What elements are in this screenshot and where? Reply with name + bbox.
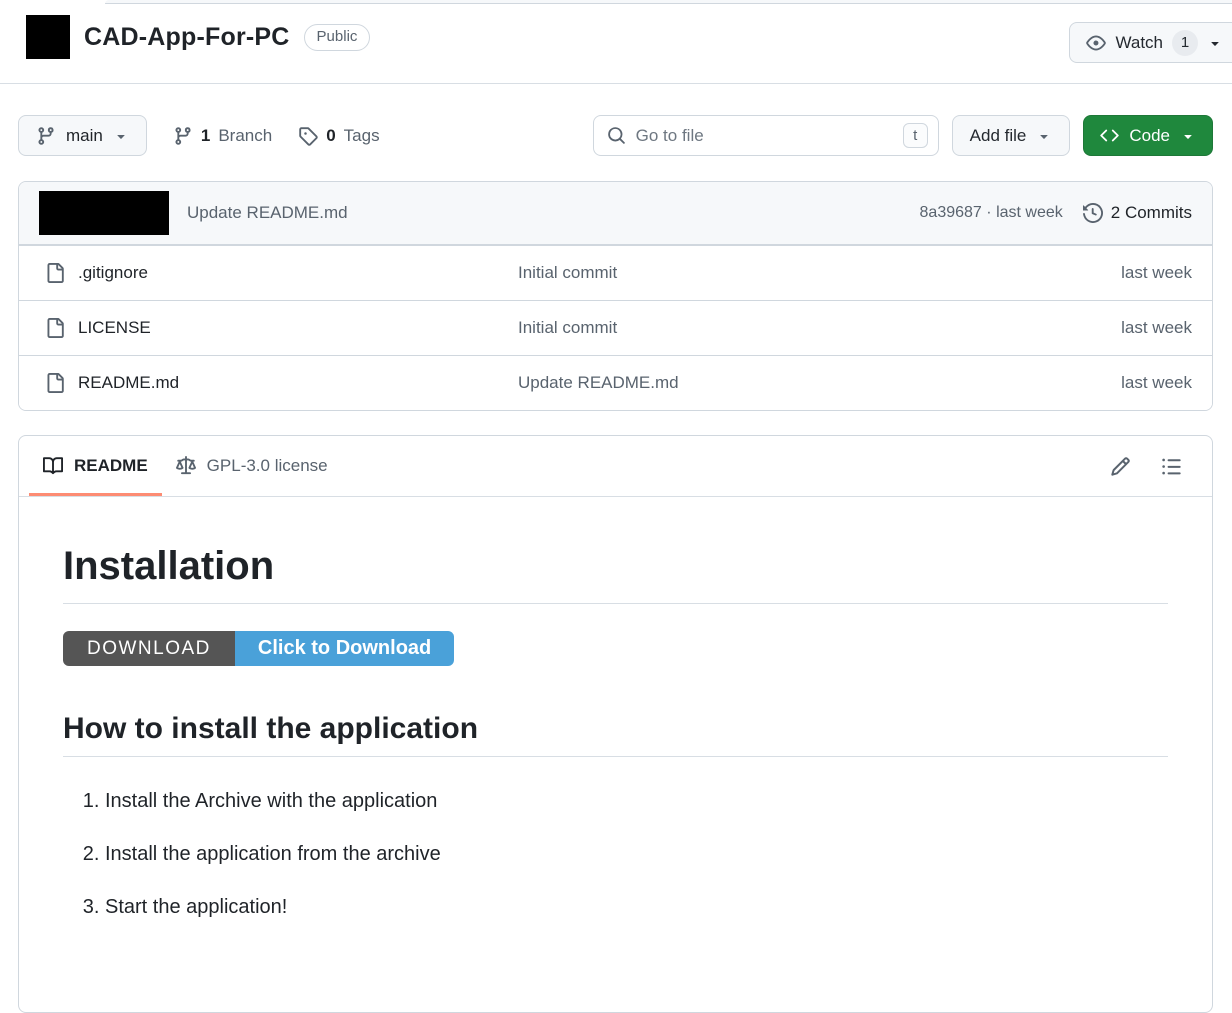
code-button-label: Code [1129, 126, 1170, 146]
table-row[interactable]: .gitignore Initial commit last week [19, 245, 1212, 300]
watch-button[interactable]: Watch 1 [1069, 22, 1232, 63]
repo-avatar-redacted [26, 15, 70, 59]
add-file-button[interactable]: Add file [952, 115, 1071, 156]
repo-page: CAD-App-For-PC Public Watch 1 main [0, 0, 1232, 1013]
table-row[interactable]: LICENSE Initial commit last week [19, 300, 1212, 355]
add-file-label: Add file [970, 126, 1027, 146]
law-scales-icon [176, 456, 196, 476]
latest-commit-message[interactable]: Update README.md [187, 203, 348, 223]
book-icon [43, 456, 63, 476]
chevron-down-icon [113, 128, 129, 144]
latest-commit-bar: Update README.md 8a39687 · last week 2 C… [19, 182, 1212, 245]
tags-link[interactable]: 0 Tags [298, 126, 379, 146]
branch-count: 1 [201, 126, 210, 146]
git-branch-icon [36, 126, 56, 146]
pencil-icon[interactable] [1110, 456, 1131, 477]
repo-toolbar: main 1 Branch 0 Tags [18, 115, 1213, 156]
file-name-link[interactable]: .gitignore [78, 263, 148, 283]
latest-commit-meta[interactable]: 8a39687 · last week [920, 204, 1063, 222]
eye-icon [1086, 33, 1106, 53]
search-icon [607, 126, 626, 145]
readme-content: Installation DOWNLOAD Click to Download … [19, 497, 1212, 1012]
table-row[interactable]: README.md Update README.md last week [19, 355, 1212, 410]
branch-selector-button[interactable]: main [18, 115, 147, 156]
commit-history-link[interactable]: 2 Commits [1083, 203, 1192, 223]
readme-heading-how-to-install: How to install the application [63, 711, 1168, 757]
code-brackets-icon [1100, 126, 1119, 145]
download-badge-action: Click to Download [235, 631, 454, 666]
file-table: Update README.md 8a39687 · last week 2 C… [18, 181, 1213, 411]
history-clock-icon [1083, 203, 1103, 223]
code-button[interactable]: Code [1083, 115, 1213, 156]
current-branch-label: main [66, 126, 103, 146]
file-icon [45, 263, 65, 283]
chevron-down-icon [1036, 128, 1052, 144]
tab-license[interactable]: GPL-3.0 license [162, 436, 342, 496]
commit-author-redacted [39, 191, 169, 235]
tag-icon [298, 126, 318, 146]
tag-count: 0 [326, 126, 335, 146]
readme-tab-bar: README GPL-3.0 license [19, 436, 1212, 497]
watch-count-badge: 1 [1172, 30, 1198, 56]
chevron-down-icon [1207, 35, 1223, 51]
tag-count-label: Tags [344, 126, 380, 146]
keyboard-shortcut-hint: t [903, 123, 928, 148]
chevron-down-icon [1180, 128, 1196, 144]
file-name-link[interactable]: README.md [78, 373, 179, 393]
file-commit-message[interactable]: Initial commit [518, 318, 1121, 338]
watch-label: Watch [1115, 33, 1163, 53]
file-icon [45, 318, 65, 338]
file-commit-time[interactable]: last week [1121, 263, 1192, 283]
file-commit-time[interactable]: last week [1121, 318, 1192, 338]
file-commit-message[interactable]: Initial commit [518, 263, 1121, 283]
list-unordered-icon[interactable] [1161, 456, 1182, 477]
tab-readme[interactable]: README [29, 436, 162, 496]
download-badge-link[interactable]: DOWNLOAD Click to Download [63, 631, 454, 666]
download-badge-label: DOWNLOAD [63, 631, 235, 666]
search-input[interactable] [636, 126, 893, 146]
list-item: Install the application from the archive [105, 842, 1168, 866]
readme-heading-installation: Installation [63, 543, 1168, 604]
tab-license-label: GPL-3.0 license [207, 456, 328, 476]
file-icon [45, 373, 65, 393]
branches-link[interactable]: 1 Branch [173, 126, 272, 146]
visibility-badge: Public [304, 24, 371, 51]
file-commit-message[interactable]: Update README.md [518, 373, 1121, 393]
repo-header: CAD-App-For-PC Public Watch 1 [0, 0, 1232, 84]
install-steps-list: Install the Archive with the application… [63, 789, 1168, 919]
commit-count-label: 2 Commits [1111, 203, 1192, 223]
branch-count-label: Branch [218, 126, 272, 146]
list-item: Install the Archive with the application [105, 789, 1168, 813]
tab-readme-label: README [74, 456, 148, 476]
list-item: Start the application! [105, 895, 1168, 919]
git-branch-icon [173, 126, 193, 146]
file-name-link[interactable]: LICENSE [78, 318, 151, 338]
readme-panel: README GPL-3.0 license Installation D [18, 435, 1213, 1013]
go-to-file-search[interactable]: t [593, 115, 939, 156]
repo-title[interactable]: CAD-App-For-PC [84, 23, 290, 52]
file-commit-time[interactable]: last week [1121, 373, 1192, 393]
